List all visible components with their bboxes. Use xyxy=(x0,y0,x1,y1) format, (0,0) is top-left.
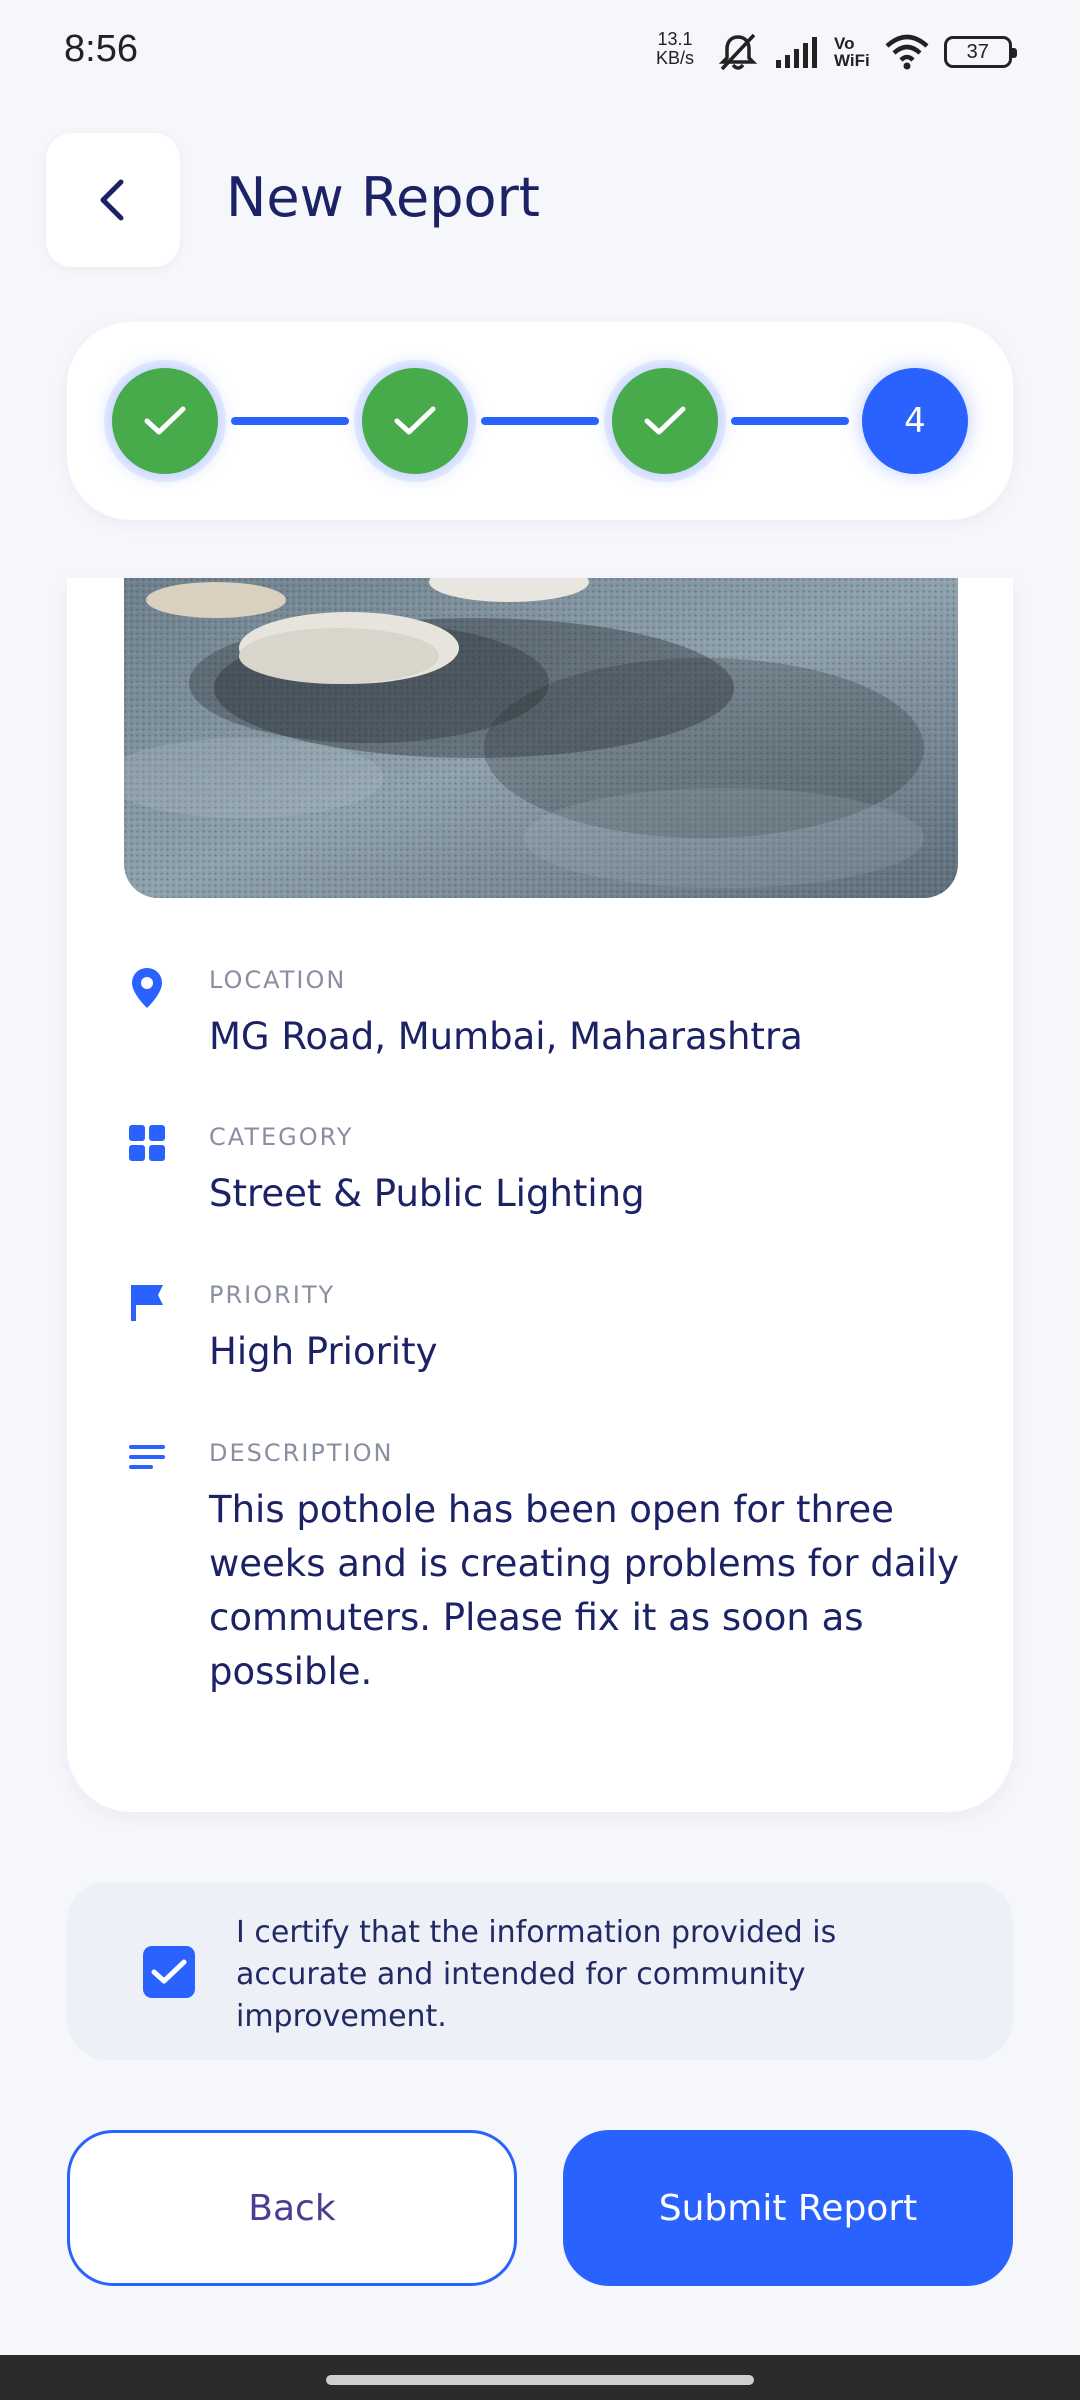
priority-label: PRIORITY xyxy=(209,1281,336,1309)
step-1-complete xyxy=(112,368,218,474)
checkmark-icon xyxy=(151,1959,187,1984)
step-2-complete xyxy=(362,368,468,474)
checkmark-icon xyxy=(394,406,436,435)
page-title: New Report xyxy=(226,166,540,229)
vowifi-indicator: Vo WiFi xyxy=(834,35,870,69)
location-value: MG Road, Mumbai, Maharashtra xyxy=(209,1015,803,1058)
status-icons: Vo WiFi 37 xyxy=(716,30,1017,74)
network-speed-unit: KB/s xyxy=(656,48,695,68)
certify-checkbox[interactable] xyxy=(143,1946,195,1998)
status-bar: 8:56 13.1 KB/s Vo WiFi 37 xyxy=(0,0,1080,100)
step-connector xyxy=(731,417,849,425)
battery-indicator: 37 xyxy=(943,36,1017,68)
text-lines-icon xyxy=(129,1445,165,1469)
wifi-icon xyxy=(885,34,929,70)
pothole-image xyxy=(124,578,958,898)
location-label: LOCATION xyxy=(209,966,347,994)
report-summary-card: LOCATION MG Road, Mumbai, Maharashtra CA… xyxy=(67,578,1013,1812)
network-speed: 13.1 KB/s xyxy=(656,30,694,68)
map-pin-icon xyxy=(132,968,162,1008)
step-3-complete xyxy=(612,368,718,474)
network-speed-value: 13.1 xyxy=(657,29,693,49)
system-nav-bar xyxy=(0,2355,1080,2400)
description-value: This pothole has been open for three wee… xyxy=(209,1488,959,1693)
category-label: CATEGORY xyxy=(209,1123,354,1151)
signal-icon xyxy=(776,37,817,68)
header-back-button[interactable] xyxy=(46,133,180,267)
report-photo xyxy=(124,578,958,898)
status-time: 8:56 xyxy=(64,28,138,70)
step-4-current: 4 xyxy=(862,368,968,474)
step-connector xyxy=(481,417,599,425)
certification-text: I certify that the information provided … xyxy=(236,1915,837,2034)
vowifi-top: Vo xyxy=(834,34,855,53)
bell-muted-icon xyxy=(718,33,758,71)
submit-report-button[interactable]: Submit Report xyxy=(563,2130,1013,2286)
progress-stepper: 4 xyxy=(67,322,1013,520)
checkmark-icon xyxy=(144,406,186,435)
vowifi-bottom: WiFi xyxy=(834,51,870,70)
category-value: Street & Public Lighting xyxy=(209,1172,645,1215)
grid-icon xyxy=(129,1125,165,1161)
back-button[interactable]: Back xyxy=(67,2130,517,2286)
priority-value: High Priority xyxy=(209,1330,438,1373)
description-label: DESCRIPTION xyxy=(209,1439,394,1467)
certification-box[interactable]: I certify that the information provided … xyxy=(67,1882,1013,2060)
checkmark-icon xyxy=(644,406,686,435)
chevron-left-icon xyxy=(100,179,124,221)
flag-icon xyxy=(131,1285,163,1321)
home-gesture-handle[interactable] xyxy=(326,2375,754,2385)
step-connector xyxy=(231,417,349,425)
